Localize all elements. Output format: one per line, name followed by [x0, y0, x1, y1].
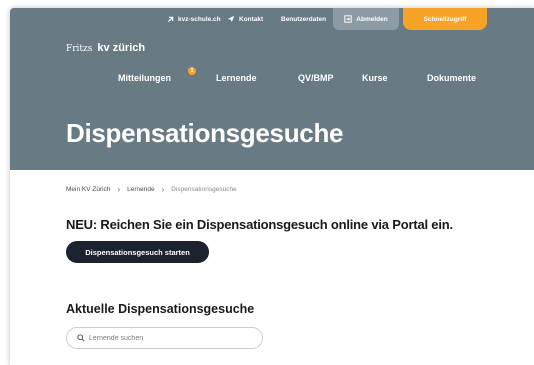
search-icon [77, 334, 85, 342]
site-link[interactable]: kvz-schule.ch [167, 12, 221, 26]
logo-prefix: Fritzs [66, 44, 93, 54]
user-data-link[interactable]: Benutzerdaten [281, 12, 326, 26]
search-box[interactable] [66, 327, 263, 349]
nav-item-lernende[interactable]: Lernende [216, 73, 257, 83]
logout-icon [344, 15, 352, 23]
nav-label: Mitteilungen [118, 73, 171, 83]
arrow-up-right-icon [167, 16, 174, 22]
chevron-right-icon: › [117, 185, 121, 194]
site-header: kvz-schule.ch Kontakt Benutzerdaten Abme… [10, 8, 534, 170]
nav-item-dokumente[interactable]: Dokumente [427, 73, 476, 83]
nav-label: Kurse [362, 73, 388, 83]
page-title: Dispensationsgesuche [66, 118, 344, 148]
start-request-button[interactable]: Dispensationsgesuch starten [66, 241, 209, 263]
search-input[interactable] [89, 334, 249, 342]
nav-item-kurse[interactable]: Kurse [362, 73, 388, 83]
announcement-headline: NEU: Reichen Sie ein Dispensationsgesuch… [66, 217, 453, 232]
breadcrumb: Mein KV Zürich › Lernende › Dispensation… [66, 185, 237, 194]
notification-badge: 1 [188, 67, 196, 75]
nav-item-qv-bmp[interactable]: QV/BMP [298, 73, 334, 83]
breadcrumb-item-home[interactable]: Mein KV Zürich [66, 186, 110, 193]
logo-name: kv zürich [97, 42, 146, 54]
quick-access-label: Schnellzugriff [423, 15, 467, 23]
site-link-label: kvz-schule.ch [178, 15, 221, 23]
logout-button[interactable]: Abmelden [333, 8, 399, 30]
section-title: Aktuelle Dispensationsgesuche [66, 302, 255, 316]
nav-label: Dokumente [427, 73, 477, 83]
quick-access-button[interactable]: Schnellzugriff [403, 8, 487, 30]
browser-frame: kvz-schule.ch Kontakt Benutzerdaten Abme… [10, 8, 534, 365]
site-logo[interactable]: Fritzs kv zürich [66, 42, 145, 54]
logout-label: Abmelden [356, 15, 388, 23]
chevron-right-icon: › [161, 185, 165, 194]
send-icon [227, 15, 235, 23]
utility-bar: kvz-schule.ch Kontakt Benutzerdaten Abme… [10, 8, 534, 30]
contact-link[interactable]: Kontakt [227, 12, 263, 26]
user-data-label: Benutzerdaten [281, 15, 327, 23]
contact-label: Kontakt [239, 15, 264, 23]
nav-label: Lernende [216, 73, 257, 83]
nav-item-mitteilungen[interactable]: Mitteilungen [118, 73, 171, 83]
breadcrumb-current: Dispensationsgesuche [171, 186, 237, 193]
nav-label: QV/BMP [298, 73, 334, 83]
breadcrumb-item-lernende[interactable]: Lernende [127, 186, 154, 193]
start-request-label: Dispensationsgesuch starten [85, 247, 190, 257]
